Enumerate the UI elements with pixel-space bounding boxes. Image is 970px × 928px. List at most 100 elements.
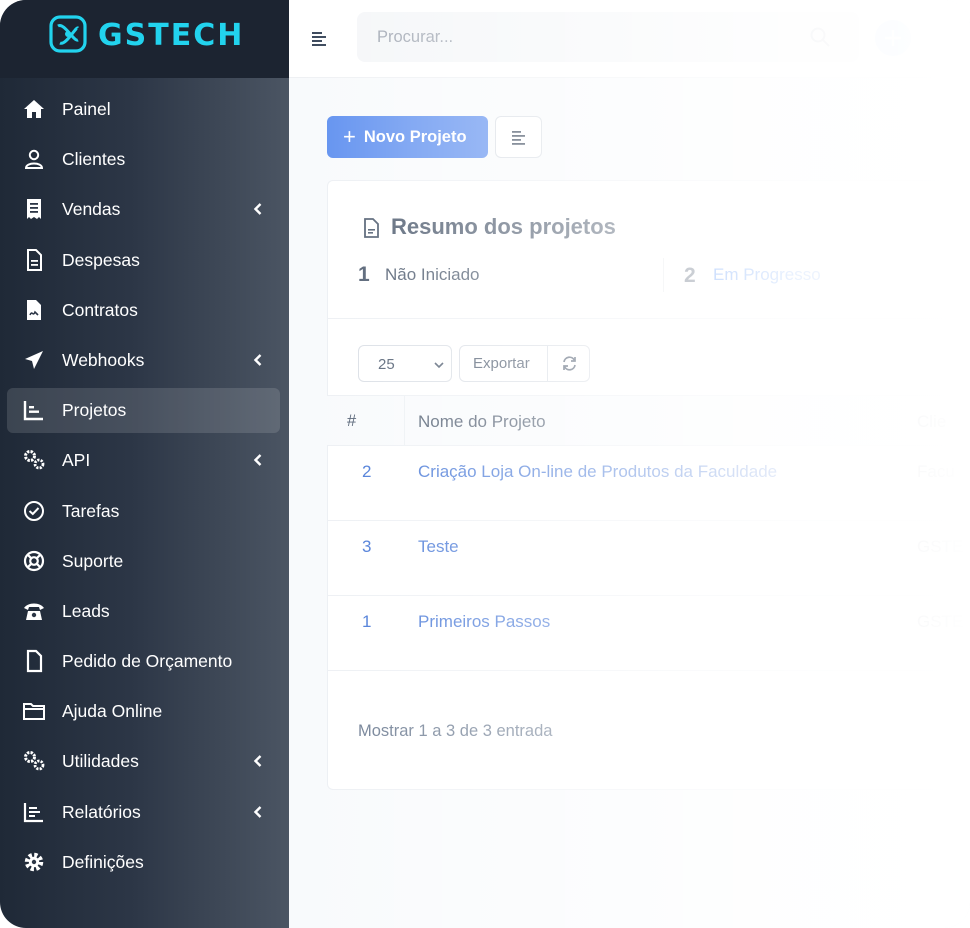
logo-bar: GSTECH: [0, 0, 289, 78]
sidebar-item-pedido-orcamento[interactable]: Pedido de Orçamento: [0, 636, 289, 686]
export-button[interactable]: Exportar: [460, 346, 548, 381]
sidebar-item-vendas[interactable]: Vendas: [0, 184, 289, 234]
sidebar-item-label: Painel: [62, 99, 111, 119]
table-row: 3 Teste GSTE: [327, 521, 970, 596]
sidebar-item-painel[interactable]: Painel: [0, 84, 289, 134]
row-name-link[interactable]: Teste: [418, 537, 459, 557]
logo-icon: [49, 15, 87, 53]
table-header: # Nome do Projeto Clie: [327, 395, 970, 446]
stat-not-started-label[interactable]: Não Iniciado: [385, 265, 480, 285]
sidebar-item-label: Pedido de Orçamento: [62, 651, 233, 672]
row-name-link[interactable]: Criação Loja On-line de Produtos da Facu…: [418, 462, 777, 482]
sidebar-item-contratos[interactable]: Contratos: [0, 285, 289, 335]
row-client[interactable]: GSTE: [917, 612, 963, 632]
gear-icon: [24, 852, 44, 872]
row-name-link[interactable]: Primeiros Passos: [418, 612, 550, 632]
user-icon: [24, 149, 44, 170]
quick-add-button[interactable]: [875, 20, 911, 56]
sidebar-item-label: Utilidades: [62, 751, 139, 772]
stat-in-progress-count: 2: [684, 264, 696, 287]
page-size-value: 25: [378, 356, 395, 373]
sidebar-item-despesas[interactable]: Despesas: [0, 235, 289, 285]
stat-divider: [663, 258, 664, 292]
column-header-name[interactable]: Nome do Projeto: [418, 412, 546, 432]
sidebar-item-label: Relatórios: [62, 801, 141, 822]
contract-icon: [27, 299, 41, 320]
stat-in-progress-label[interactable]: Em Progresso: [713, 265, 821, 285]
sidebar-item-definicoes[interactable]: Definições: [0, 837, 289, 887]
plus-icon: [885, 30, 901, 46]
refresh-button[interactable]: [549, 346, 590, 381]
app-window: GSTECH Painel Clientes Vendas Despesas C…: [0, 0, 970, 928]
list-view-button[interactable]: [495, 116, 542, 158]
document-icon: [364, 218, 379, 238]
chart-icon: [23, 401, 43, 421]
divider: [327, 318, 970, 319]
sidebar-item-label: API: [62, 450, 91, 471]
chevron-left-icon: [253, 354, 262, 366]
chevron-left-icon: [253, 755, 262, 768]
column-header-client[interactable]: Clie: [917, 412, 946, 432]
sidebar-item-leads[interactable]: Leads: [0, 586, 289, 636]
folder-icon: [23, 703, 45, 721]
sidebar-item-webhooks[interactable]: Webhooks: [0, 335, 289, 385]
sidebar-item-label: Clientes: [62, 149, 126, 170]
sidebar-item-label: Despesas: [62, 249, 140, 270]
row-id-link[interactable]: 1: [362, 612, 371, 632]
gears-icon: [24, 751, 45, 771]
home-icon: [24, 100, 44, 118]
sidebar-item-ajuda-online[interactable]: Ajuda Online: [0, 686, 289, 736]
sidebar-item-label: Tarefas: [62, 500, 120, 521]
sidebar-item-label: Ajuda Online: [62, 701, 163, 722]
search-icon[interactable]: [809, 26, 831, 48]
lifebuoy-icon: [23, 550, 45, 571]
stat-not-started-count: 1: [358, 263, 370, 286]
chevron-left-icon: [253, 203, 262, 216]
table-info: Mostrar 1 a 3 de 3 entrada: [358, 722, 553, 740]
sidebar-item-relatorios[interactable]: Relatórios: [0, 787, 289, 837]
sidebar-item-label: Definições: [62, 851, 144, 872]
table-actions: Exportar: [459, 345, 590, 382]
list-icon: [512, 131, 525, 145]
top-bar: [289, 0, 970, 78]
brand-name: GSTECH: [98, 18, 245, 53]
export-label: Exportar: [473, 355, 530, 372]
sidebar-item-suporte[interactable]: Suporte: [0, 536, 289, 586]
sidebar-item-tarefas[interactable]: Tarefas: [0, 486, 289, 536]
check-circle-icon: [24, 500, 44, 521]
sidebar-item-label: Contratos: [62, 299, 138, 320]
row-id-link[interactable]: 3: [362, 537, 371, 557]
row-client[interactable]: GSTE: [917, 537, 963, 557]
send-icon: [25, 350, 43, 369]
new-project-label: Novo Projeto: [363, 127, 467, 146]
page-size-select[interactable]: 25: [358, 345, 452, 382]
sidebar-item-utilidades[interactable]: Utilidades: [0, 736, 289, 786]
new-project-button[interactable]: + Novo Projeto: [327, 116, 488, 158]
menu-toggle-icon[interactable]: [309, 28, 329, 48]
plus-icon: +: [343, 124, 356, 149]
sidebar-item-label: Vendas: [62, 199, 121, 220]
sidebar: GSTECH Painel Clientes Vendas Despesas C…: [0, 0, 289, 928]
summary-title: Resumo dos projetos: [391, 214, 616, 239]
receipt-icon: [27, 199, 41, 220]
bar-chart-icon: [23, 802, 43, 822]
file-icon: [26, 649, 43, 673]
document-icon: [27, 248, 42, 271]
sidebar-item-label: Leads: [62, 600, 110, 621]
refresh-icon: [563, 356, 576, 371]
sidebar-item-label: Projetos: [62, 400, 127, 421]
sidebar-nav: Painel Clientes Vendas Despesas Contrato…: [0, 84, 289, 887]
sidebar-item-label: Suporte: [62, 550, 124, 571]
gears-icon: [24, 450, 45, 470]
sidebar-item-clientes[interactable]: Clientes: [0, 134, 289, 184]
row-id-link[interactable]: 2: [362, 462, 371, 482]
table-row: 2 Criação Loja On-line de Produtos da Fa…: [327, 446, 970, 521]
search-input[interactable]: [357, 12, 859, 62]
column-header-id[interactable]: #: [347, 412, 356, 431]
sidebar-item-label: Webhooks: [62, 349, 145, 370]
chevron-down-icon: [434, 362, 444, 369]
sidebar-item-projetos[interactable]: Projetos: [0, 385, 289, 435]
sidebar-item-api[interactable]: API: [0, 435, 289, 485]
row-client[interactable]: Facu: [917, 462, 955, 482]
chevron-left-icon: [253, 454, 262, 467]
